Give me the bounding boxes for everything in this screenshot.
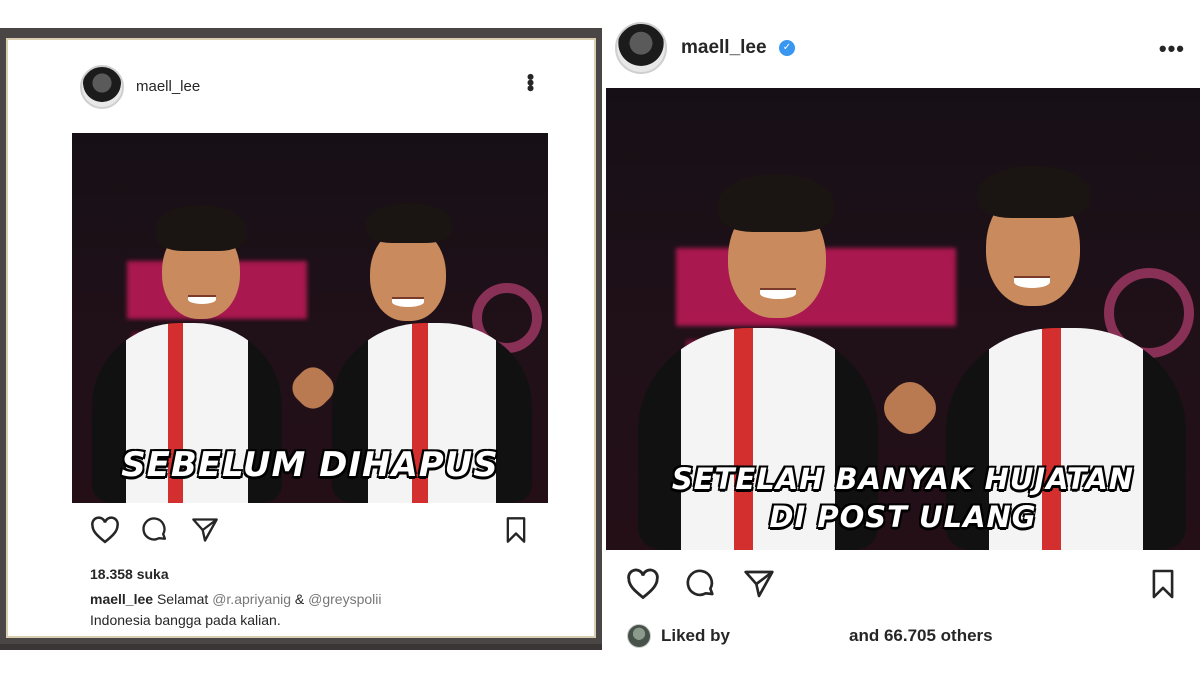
post-actions [626, 568, 1176, 600]
more-options-icon[interactable]: ••• [518, 73, 543, 90]
username[interactable]: maell_lee [681, 37, 767, 59]
post-image[interactable]: SETELAH BANYAK HUJATAN DI POST ULANG [606, 88, 1200, 550]
liked-others-link[interactable]: and 66.705 others [849, 626, 993, 646]
liked-by-row: Liked by and 66.705 others [627, 624, 1187, 650]
like-count[interactable]: 18.358 suka [90, 566, 169, 582]
athlete-left-smile [760, 288, 796, 299]
heart-icon[interactable] [626, 568, 660, 600]
image-caption-line: SETELAH BANYAK HUJATAN [671, 462, 1135, 496]
bookmark-icon[interactable] [1150, 568, 1176, 600]
comment-icon[interactable] [684, 568, 718, 600]
athlete-right-hair [366, 203, 452, 243]
left-post-frame: maell_lee ••• SEBELUM DIHAPUS 18.358 suk… [0, 28, 602, 650]
liked-by-label: Liked by [661, 626, 730, 645]
athlete-left-hair [156, 205, 246, 251]
athlete-left-smile [188, 295, 216, 304]
caption-username[interactable]: maell_lee [90, 591, 153, 607]
athlete-right-hair [978, 166, 1090, 218]
image-caption: SETELAH BANYAK HUJATAN DI POST ULANG [606, 460, 1200, 536]
athlete-left-hair [718, 174, 834, 232]
avatar[interactable] [615, 22, 667, 74]
post-header: maell_lee ••• [80, 63, 543, 111]
athlete-right-smile [1014, 276, 1050, 288]
username[interactable]: maell_lee [136, 78, 200, 95]
post-image[interactable]: SEBELUM DIHAPUS [72, 133, 548, 503]
image-caption: SEBELUM DIHAPUS [121, 445, 499, 485]
post-actions [90, 516, 528, 544]
more-options-icon[interactable]: ••• [1159, 36, 1185, 62]
bookmark-icon[interactable] [504, 516, 528, 544]
heart-icon[interactable] [90, 516, 120, 544]
caption-joiner: & [294, 591, 305, 607]
image-caption-line: DI POST ULANG [769, 500, 1037, 534]
share-icon[interactable] [190, 516, 220, 544]
mention-link[interactable]: @r.apriyanig [212, 591, 291, 607]
liker-avatar[interactable] [627, 624, 651, 648]
comment-icon[interactable] [140, 516, 170, 544]
athlete-right-smile [392, 297, 424, 307]
caption-text: Selamat [156, 591, 209, 607]
post-header: maell_lee ✓ ••• [615, 20, 1185, 76]
post-caption: maell_lee Selamat @r.apriyanig & @greysp… [90, 591, 382, 607]
mention-link[interactable]: @greyspolii [308, 591, 381, 607]
share-icon[interactable] [742, 568, 776, 600]
avatar[interactable] [80, 65, 124, 109]
verified-badge-icon: ✓ [779, 40, 795, 56]
caption-second-line: Indonesia bangga pada kalian. [90, 612, 281, 628]
left-post-card: maell_lee ••• SEBELUM DIHAPUS 18.358 suk… [6, 38, 596, 638]
